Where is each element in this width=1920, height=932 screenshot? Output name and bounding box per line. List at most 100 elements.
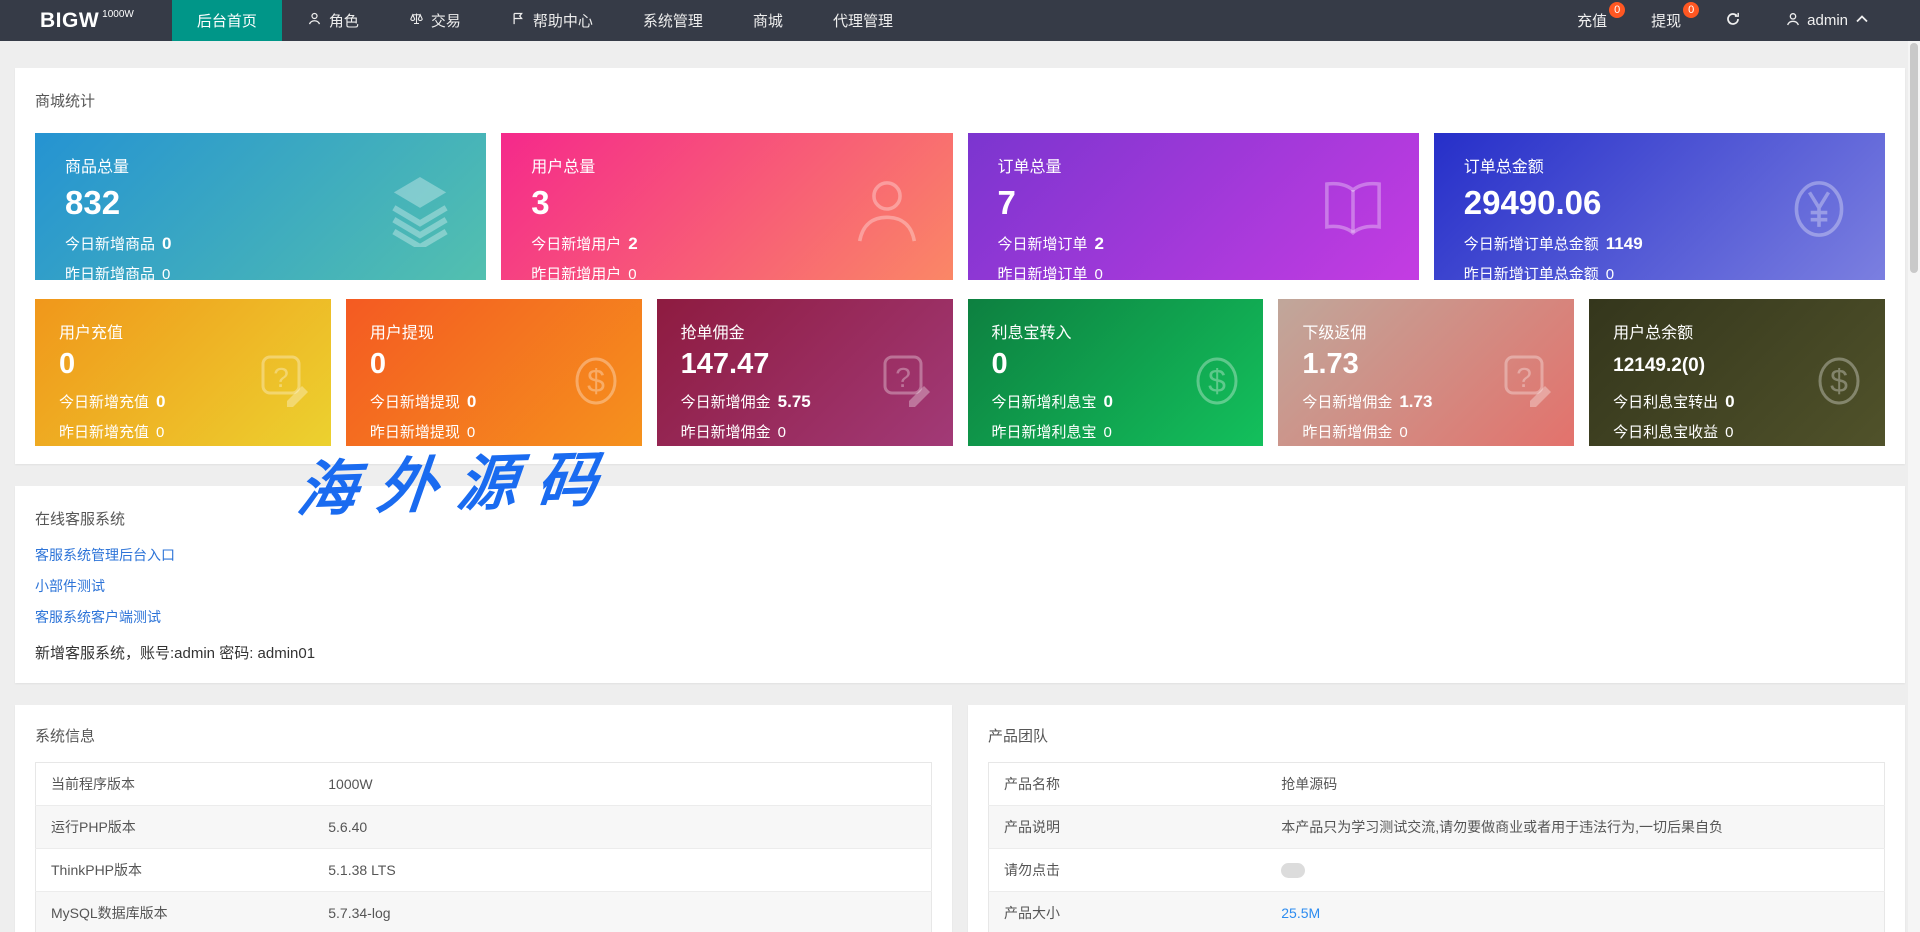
brand-name: BIGW bbox=[40, 8, 100, 32]
table-row: ThinkPHP版本 5.1.38 LTS bbox=[35, 848, 932, 892]
section-title-mall-stats: 商城统计 bbox=[35, 93, 96, 110]
product-size-link[interactable]: 25.5M bbox=[1266, 891, 1885, 932]
stat-line-value: 0 bbox=[156, 424, 165, 441]
stat-line-label: 昨日新增提现 bbox=[369, 424, 460, 441]
service-admin-link[interactable]: 客服系统管理后台入口 bbox=[35, 545, 1885, 565]
withdraw-label: 提现 bbox=[1651, 13, 1682, 30]
stat-line-value: 0 bbox=[1725, 392, 1735, 411]
section-title-service: 在线客服系统 bbox=[35, 511, 126, 528]
stat-line-label: 今日新增利息宝 bbox=[991, 394, 1097, 411]
menu-item-roles[interactable]: 角色 bbox=[282, 0, 384, 41]
stat-line-label: 今日利息宝收益 bbox=[1613, 424, 1719, 441]
scrollbar-thumb[interactable] bbox=[1910, 43, 1918, 273]
stat-card-grab-commission: 抢单佣金 147.47 今日新增佣金 5.75 昨日新增佣金 0 ? bbox=[656, 299, 953, 446]
user-menu[interactable]: admin bbox=[1763, 0, 1892, 41]
svg-text:$: $ bbox=[587, 363, 605, 399]
stat-card-user-withdraw: 用户提现 0 今日新增提现 0 昨日新增提现 0 $ bbox=[345, 299, 642, 446]
stat-line-value: 2 bbox=[628, 234, 638, 253]
stat-line-label: 今日新增用户 bbox=[531, 236, 622, 253]
row-value: 5.6.40 bbox=[313, 805, 932, 849]
stat-line-label: 今日新增提现 bbox=[369, 394, 460, 411]
widget-test-link[interactable]: 小部件测试 bbox=[35, 576, 1885, 596]
stat-line-label: 今日新增佣金 bbox=[1302, 394, 1393, 411]
stat-line-value: 0 bbox=[1103, 392, 1113, 411]
menu-label: 角色 bbox=[328, 13, 359, 30]
stat-title: 下级返佣 bbox=[1302, 325, 1367, 342]
stat-line-value: 0 bbox=[466, 392, 477, 411]
row-label: 当前程序版本 bbox=[35, 762, 314, 806]
stat-line: 昨日新增订单总金额 0 bbox=[1464, 263, 1859, 280]
stat-line-value: 2 bbox=[1094, 234, 1104, 253]
svg-text:?: ? bbox=[1516, 362, 1532, 393]
stat-line-value: 0 bbox=[1103, 424, 1112, 441]
svg-text:$: $ bbox=[1208, 363, 1226, 399]
menu-item-system[interactable]: 系统管理 bbox=[618, 0, 728, 41]
question-doc-icon: ? bbox=[875, 349, 939, 413]
stat-line-value: 0 bbox=[162, 234, 172, 253]
system-info-table: 当前程序版本 1000W 运行PHP版本 5.6.40 ThinkPHP版本 5.1.… bbox=[35, 762, 932, 932]
svg-text:$: $ bbox=[1830, 363, 1848, 399]
row-label: 产品名称 bbox=[988, 762, 1267, 806]
brand-version: 1000W bbox=[102, 9, 134, 20]
person-icon bbox=[1785, 11, 1801, 31]
row-label: 请勿点击 bbox=[988, 848, 1267, 892]
table-row: 产品名称 抢单源码 bbox=[988, 762, 1885, 806]
withdraw-button[interactable]: 提现 0 bbox=[1629, 0, 1703, 41]
bottom-panels: 系统信息 当前程序版本 1000W 运行PHP版本 5.6.40 ThinkPHP版… bbox=[15, 705, 1905, 932]
main-menu: 后台首页 角色 交易 帮助中心 系统管理 商城 代理管理 bbox=[171, 0, 918, 41]
small-stat-cards: 用户充值 0 今日新增充值 0 昨日新增充值 0 ? 用户提现 0 今日新增提现 0 … bbox=[35, 299, 1885, 446]
stat-line: 今日利息宝收益 0 bbox=[1613, 421, 1871, 442]
row-value: 本产品只为学习测试交流,请勿要做商业或者用于违法行为,一切后果自负 bbox=[1266, 805, 1885, 849]
table-row: 运行PHP版本 5.6.40 bbox=[35, 805, 932, 849]
row-label: 产品大小 bbox=[988, 891, 1267, 932]
stat-line-value: 0 bbox=[628, 266, 637, 280]
stat-card-interest-in: 利息宝转入 0 今日新增利息宝 0 昨日新增利息宝 0 $ bbox=[967, 299, 1264, 446]
menu-item-home[interactable]: 后台首页 bbox=[171, 0, 282, 41]
menu-item-trade[interactable]: 交易 bbox=[384, 0, 486, 41]
stat-card-sub-rebate: 下级返佣 1.73 今日新增佣金 1.73 昨日新增佣金 0 ? bbox=[1278, 299, 1575, 446]
stat-card-orders-total: 订单总量 7 今日新增订单 2 昨日新增订单 0 bbox=[967, 133, 1419, 280]
stat-line: 昨日新增利息宝 0 bbox=[992, 421, 1250, 442]
stat-line-label: 昨日新增利息宝 bbox=[991, 424, 1097, 441]
stat-line-value: 0 bbox=[1399, 424, 1408, 441]
service-client-test-link[interactable]: 客服系统客户端测试 bbox=[35, 607, 1885, 627]
stat-line-label: 昨日新增用户 bbox=[531, 266, 622, 280]
stat-title: 用户总余额 bbox=[1613, 325, 1694, 342]
big-stat-cards: 商品总量 832 今日新增商品 0 昨日新增商品 0 用户总量 3 今日新增用户 2 … bbox=[35, 133, 1885, 280]
refresh-button[interactable] bbox=[1703, 0, 1763, 41]
scales-icon bbox=[409, 11, 424, 30]
menu-item-mall[interactable]: 商城 bbox=[728, 0, 808, 41]
stat-title: 抢单佣金 bbox=[680, 325, 745, 342]
svg-text:?: ? bbox=[895, 362, 911, 393]
flag-icon bbox=[511, 11, 526, 30]
dollar-circle-icon: $ bbox=[1185, 349, 1249, 413]
customer-service-panel: 在线客服系统 客服系统管理后台入口 小部件测试 客服系统客户端测试 新增客服系统… bbox=[15, 486, 1905, 683]
stat-line: 昨日新增用户 0 bbox=[531, 263, 926, 280]
row-label: 运行PHP版本 bbox=[35, 805, 314, 849]
stat-card-products-total: 商品总量 832 今日新增商品 0 昨日新增商品 0 bbox=[35, 133, 487, 280]
recharge-button[interactable]: 充值 0 bbox=[1555, 0, 1629, 41]
product-team-table: 产品名称 抢单源码 产品说明 本产品只为学习测试交流,请勿要做商业或者用于违法行为,… bbox=[988, 762, 1885, 932]
row-label: ThinkPHP版本 bbox=[35, 848, 314, 892]
service-account-note: 新增客服系统，账号:admin 密码: admin01 bbox=[35, 645, 316, 662]
menu-item-agent[interactable]: 代理管理 bbox=[808, 0, 918, 41]
stat-line: 昨日新增订单 0 bbox=[998, 263, 1393, 280]
stat-card-user-recharge: 用户充值 0 今日新增充值 0 昨日新增充值 0 ? bbox=[35, 299, 331, 446]
main-content: 商城统计 商品总量 832 今日新增商品 0 昨日新增商品 0 用户总量 3 今日新… bbox=[0, 41, 1920, 932]
menu-label: 系统管理 bbox=[642, 13, 703, 30]
stat-title: 利息宝转入 bbox=[991, 325, 1072, 342]
stat-line-value: 0 bbox=[1605, 266, 1615, 280]
svg-text:?: ? bbox=[273, 362, 289, 393]
menu-label: 帮助中心 bbox=[532, 13, 593, 30]
stat-line: 昨日新增佣金 0 bbox=[1302, 421, 1560, 442]
menu-item-help-center[interactable]: 帮助中心 bbox=[486, 0, 618, 41]
product-team-panel: 产品团队 产品名称 抢单源码 产品说明 本产品只为学习测试交流,请勿要做商业或者用于… bbox=[968, 705, 1905, 932]
do-not-click-badge[interactable] bbox=[1281, 863, 1306, 879]
page-scrollbar[interactable] bbox=[1908, 41, 1920, 932]
stat-line: 昨日新增充值 0 bbox=[59, 421, 317, 442]
stat-line-label: 今日利息宝转出 bbox=[1613, 394, 1719, 411]
table-row: 请勿点击 bbox=[988, 848, 1885, 892]
stat-line-value: 1.73 bbox=[1399, 392, 1433, 411]
stat-card-order-amount: 订单总金额 29490.06 今日新增订单总金额 1149 昨日新增订单总金额 0 bbox=[1433, 133, 1885, 280]
stat-line: 昨日新增提现 0 bbox=[370, 421, 628, 442]
